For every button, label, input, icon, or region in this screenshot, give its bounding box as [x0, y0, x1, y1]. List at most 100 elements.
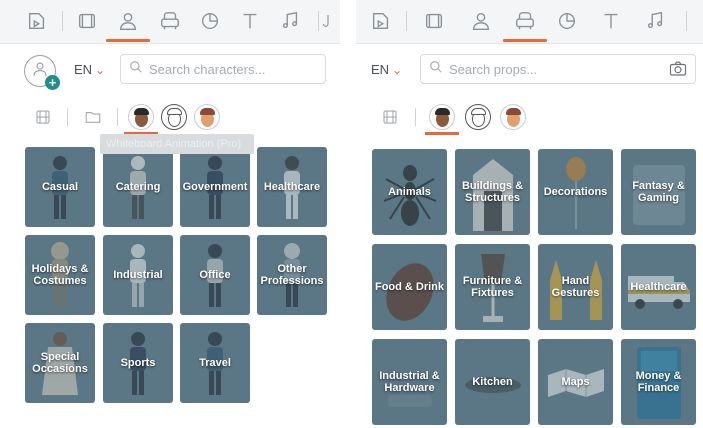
plus-icon: +: [45, 75, 60, 90]
category-tile[interactable]: Furniture & Fixtures: [455, 244, 530, 330]
more-icon[interactable]: [322, 6, 340, 36]
tile-label: Industrial & Hardware: [379, 370, 440, 394]
category-tile[interactable]: Catering: [103, 147, 173, 227]
category-tile[interactable]: Hand Gestures: [538, 244, 613, 330]
tile-label: Healthcare: [630, 281, 687, 293]
category-tile[interactable]: Buildings & Structures: [455, 149, 530, 235]
style-business[interactable]: [193, 103, 221, 131]
category-tile[interactable]: Fantasy & Gaming: [621, 149, 696, 235]
tile-label: Buildings & Structures: [461, 180, 524, 204]
props-panel: EN ⌄ Search props... Animals Buildings &…: [356, 0, 703, 428]
media-icon[interactable]: [419, 6, 449, 36]
tile-label: Kitchen: [472, 376, 513, 388]
style-business[interactable]: [499, 103, 527, 131]
style-whiteboard[interactable]: [160, 103, 188, 131]
tile-label: Maps: [561, 376, 590, 388]
search-row: + EN ⌄: [0, 53, 340, 90]
add-character-button[interactable]: +: [24, 55, 60, 90]
category-tile[interactable]: Healthcare: [257, 147, 327, 227]
category-tile[interactable]: Sports: [103, 323, 173, 403]
search-field[interactable]: [420, 54, 696, 84]
category-tile[interactable]: Office: [180, 235, 250, 315]
character-icon[interactable]: [466, 6, 496, 36]
language-label: EN: [74, 62, 93, 77]
audio-icon[interactable]: [275, 6, 305, 36]
tile-label: Other Professions: [260, 263, 324, 287]
camera-icon[interactable]: [669, 61, 687, 82]
search-icon: [429, 60, 443, 79]
search-field[interactable]: [120, 54, 326, 84]
category-tile[interactable]: Government: [180, 147, 250, 227]
language-select[interactable]: EN ⌄: [371, 62, 402, 77]
style-whiteboard[interactable]: [464, 103, 492, 131]
search-input[interactable]: [149, 61, 325, 77]
audio-icon[interactable]: [640, 6, 670, 36]
category-tile[interactable]: Food & Drink: [372, 244, 447, 330]
film-icon[interactable]: [29, 103, 57, 131]
category-tile[interactable]: Animals: [372, 149, 447, 235]
category-grid: Casual Catering Government Healthcare Ho…: [0, 136, 340, 428]
style-contemporary[interactable]: [124, 103, 158, 135]
whiteboard-style-icon: [465, 104, 491, 130]
chevron-down-icon: ⌄: [95, 62, 106, 77]
tile-label: Money & Finance: [635, 370, 682, 394]
tile-label: Hand Gestures: [551, 275, 600, 299]
business-style-icon: [194, 104, 220, 130]
characters-panel: + EN ⌄ Search characters... Casual Cater…: [0, 0, 340, 428]
category-tile[interactable]: Money & Finance: [621, 339, 696, 425]
whiteboard-style-icon: [161, 104, 187, 130]
language-select[interactable]: EN ⌄: [74, 62, 105, 77]
search-input[interactable]: [449, 61, 695, 77]
tile-label: Decorations: [543, 186, 608, 198]
category-tile[interactable]: Holidays & Costumes: [25, 235, 95, 315]
tile-label: Government: [182, 181, 248, 193]
category-tile[interactable]: Casual: [25, 147, 95, 227]
style-tooltip: Whiteboard Animation (Pro): [100, 134, 254, 154]
tile-label: Animals: [388, 186, 431, 198]
category-tile[interactable]: Maps: [538, 339, 613, 425]
tile-label: Healthcare: [263, 181, 321, 193]
tile-label: Casual: [41, 181, 79, 193]
category-tile[interactable]: Decorations: [538, 149, 613, 235]
contemporary-style-icon: [429, 104, 455, 130]
scene-icon[interactable]: [22, 6, 52, 36]
category-tile[interactable]: Travel: [180, 323, 250, 403]
category-tile[interactable]: Industrial & Hardware: [372, 339, 447, 425]
chevron-down-icon: ⌄: [392, 62, 403, 77]
category-tile[interactable]: Special Occasions: [25, 323, 95, 403]
search-icon: [129, 60, 143, 79]
category-tile[interactable]: Healthcare: [621, 244, 696, 330]
category-tile[interactable]: Other Professions: [257, 235, 327, 315]
search-row: EN ⌄: [356, 53, 703, 87]
asset-toolbar: [0, 0, 340, 44]
text-icon[interactable]: [235, 6, 265, 36]
tile-label: Food & Drink: [374, 281, 445, 293]
tile-label: Furniture & Fixtures: [462, 275, 523, 299]
chart-icon[interactable]: [195, 6, 225, 36]
style-filter-row: [0, 103, 340, 135]
tile-label: Sports: [120, 357, 156, 369]
language-label: EN: [371, 62, 390, 77]
tile-label: Special Occasions: [32, 351, 88, 375]
category-tile[interactable]: Industrial: [103, 235, 173, 315]
category-grid: Animals Buildings & Structures Decoratio…: [356, 136, 703, 428]
scene-icon[interactable]: [366, 6, 396, 36]
film-icon[interactable]: [376, 103, 404, 131]
character-icon[interactable]: [106, 6, 150, 42]
props-icon[interactable]: [503, 6, 547, 42]
category-tile[interactable]: Kitchen: [455, 339, 530, 425]
business-style-icon: [500, 104, 526, 130]
text-icon[interactable]: [596, 6, 626, 36]
media-icon[interactable]: [72, 6, 102, 36]
folder-icon[interactable]: [79, 103, 107, 131]
tile-label: Office: [199, 269, 231, 281]
tile-label: Industrial: [113, 269, 163, 281]
app-page: + EN ⌄ Search characters... Casual Cater…: [0, 0, 703, 428]
tile-label: Holidays & Costumes: [31, 263, 89, 287]
style-contemporary[interactable]: [425, 103, 459, 135]
tile-label: Fantasy & Gaming: [632, 180, 685, 204]
props-icon[interactable]: [155, 6, 185, 36]
style-filter-row: [356, 103, 703, 135]
contemporary-style-icon: [128, 104, 154, 130]
chart-icon[interactable]: [552, 6, 582, 36]
